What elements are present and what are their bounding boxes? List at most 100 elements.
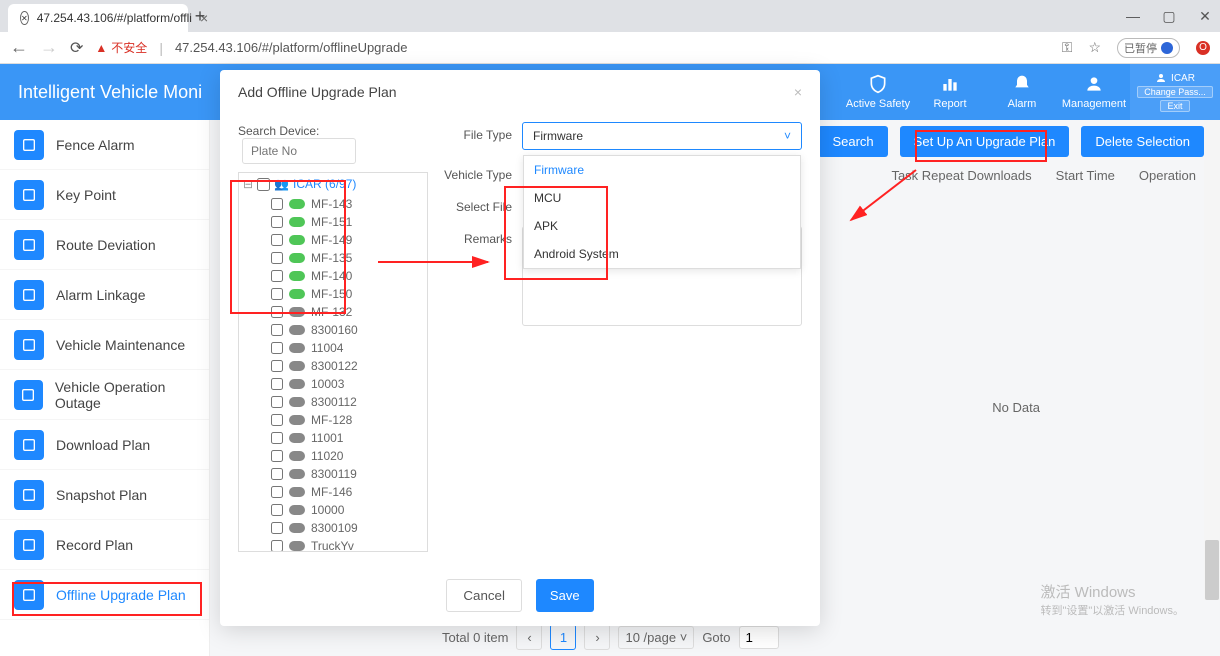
remarks-label: Remarks xyxy=(442,226,522,246)
save-button[interactable]: Save xyxy=(536,579,594,612)
header-nav: Active Safety Report Alarm Management xyxy=(842,64,1130,120)
nav-report[interactable]: Report xyxy=(914,64,986,120)
sidebar-item-route-deviation[interactable]: Route Deviation xyxy=(0,220,209,270)
tree-device[interactable]: 8300112 xyxy=(239,393,427,411)
key-icon[interactable]: ⚿ xyxy=(1062,39,1073,56)
total-label: Total 0 item xyxy=(442,630,508,645)
sidebar-item-snapshot-plan[interactable]: Snapshot Plan xyxy=(0,470,209,520)
bell-icon xyxy=(1012,74,1032,94)
forward-icon[interactable]: → xyxy=(40,37,58,58)
page-number[interactable]: 1 xyxy=(550,624,576,650)
star-icon[interactable]: ☆ xyxy=(1088,39,1101,56)
warning-icon: ▲ xyxy=(95,41,107,55)
user-icon xyxy=(1155,72,1167,84)
tree-device[interactable]: MF-146 xyxy=(239,483,427,501)
dropdown-option[interactable]: Android System xyxy=(524,240,800,268)
tree-device[interactable]: 10000 xyxy=(239,501,427,519)
new-tab-button[interactable]: + xyxy=(188,6,212,27)
sidebar-item-label: Vehicle Maintenance xyxy=(56,337,185,353)
sidebar-item-vehicle-maintenance[interactable]: Vehicle Maintenance xyxy=(0,320,209,370)
tree-device[interactable]: 8300122 xyxy=(239,357,427,375)
sidebar-item-alarm-linkage[interactable]: Alarm Linkage xyxy=(0,270,209,320)
sidebar-item-label: Record Plan xyxy=(56,537,133,553)
sidebar-item-key-point[interactable]: Key Point xyxy=(0,170,209,220)
setup-upgrade-plan-button[interactable]: Set Up An Upgrade Plan xyxy=(900,126,1070,157)
per-page-select[interactable]: 10 /page ˅ xyxy=(618,626,694,649)
sidebar-item-label: Key Point xyxy=(56,187,116,203)
profile-chip[interactable]: 已暂停 xyxy=(1117,38,1180,58)
arrow-icon xyxy=(846,170,926,233)
tree-device[interactable]: 11020 xyxy=(239,447,427,465)
tab-title: 47.254.43.106/#/platform/offli xyxy=(37,11,192,25)
minimize-icon[interactable]: — xyxy=(1126,8,1140,24)
tree-device[interactable]: 10003 xyxy=(239,375,427,393)
tree-device[interactable]: 8300119 xyxy=(239,465,427,483)
app-title: Intelligent Vehicle Moni xyxy=(18,82,202,103)
tree-device[interactable]: MF-149 xyxy=(239,231,427,249)
tree-device[interactable]: 11004 xyxy=(239,339,427,357)
file-type-select[interactable]: Firmware ˅ FirmwareMCUAPKAndroid System xyxy=(522,122,802,150)
back-icon[interactable]: ← xyxy=(10,37,28,58)
bar-chart-icon xyxy=(940,74,960,94)
change-password-button[interactable]: Change Pass... xyxy=(1137,86,1213,98)
dropdown-option[interactable]: MCU xyxy=(524,184,800,212)
sidebar-item-label: Offline Upgrade Plan xyxy=(56,587,186,603)
vehicle-type-label: Vehicle Type xyxy=(442,162,522,182)
sidebar-item-download-plan[interactable]: Download Plan xyxy=(0,420,209,470)
nav-alarm[interactable]: Alarm xyxy=(986,64,1058,120)
sidebar-item-fence-alarm[interactable]: Fence Alarm xyxy=(0,120,209,170)
sidebar-item-label: Fence Alarm xyxy=(56,137,135,153)
modal-close-icon[interactable]: × xyxy=(794,84,802,100)
select-file-label: Select File xyxy=(442,194,522,214)
search-device-input[interactable] xyxy=(242,138,356,164)
search-device-label: Search Device: xyxy=(238,124,319,138)
delete-selection-button[interactable]: Delete Selection xyxy=(1081,126,1204,157)
search-button[interactable]: Search xyxy=(818,126,887,157)
extension-icon[interactable]: O xyxy=(1196,41,1210,55)
add-upgrade-plan-modal: Add Offline Upgrade Plan × Search Device… xyxy=(220,70,820,626)
sidebar-item-offline-upgrade-plan[interactable]: Offline Upgrade Plan xyxy=(0,570,209,620)
user-icon xyxy=(1084,74,1104,94)
close-window-icon[interactable]: ✕ xyxy=(1198,8,1212,25)
tree-device[interactable]: MF-151 xyxy=(239,213,427,231)
file-type-label: File Type xyxy=(442,122,522,142)
reload-icon[interactable]: ⟳ xyxy=(70,38,83,58)
tree-group[interactable]: ⊟👥ICAR (6/97) xyxy=(239,173,427,195)
sidebar-item-record-plan[interactable]: Record Plan xyxy=(0,520,209,570)
goto-input[interactable] xyxy=(739,626,779,649)
tree-device[interactable]: TruckYv xyxy=(239,537,427,552)
url-text[interactable]: 47.254.43.106/#/platform/offlineUpgrade xyxy=(175,40,407,55)
dropdown-option[interactable]: Firmware xyxy=(524,156,800,184)
shield-icon xyxy=(868,74,888,94)
sidebar-item-label: Snapshot Plan xyxy=(56,487,147,503)
exit-button[interactable]: Exit xyxy=(1160,100,1189,112)
tree-device[interactable]: MF-150 xyxy=(239,285,427,303)
sidebar-icon xyxy=(14,580,44,610)
tree-device[interactable]: MF-128 xyxy=(239,411,427,429)
goto-label: Goto xyxy=(702,630,730,645)
nav-management[interactable]: Management xyxy=(1058,64,1130,120)
tree-device[interactable]: MF-143 xyxy=(239,195,427,213)
sidebar-icon xyxy=(14,230,44,260)
tree-device[interactable]: MF-132 xyxy=(239,303,427,321)
nav-active-safety[interactable]: Active Safety xyxy=(842,64,914,120)
dropdown-option[interactable]: APK xyxy=(524,212,800,240)
sidebar-item-vehicle-operation-outage[interactable]: Vehicle Operation Outage xyxy=(0,370,209,420)
sidebar-icon xyxy=(14,330,44,360)
browser-tab[interactable]: ✕ 47.254.43.106/#/platform/offli × xyxy=(8,4,188,32)
tree-device[interactable]: 8300109 xyxy=(239,519,427,537)
page-scrollbar[interactable] xyxy=(1204,120,1220,600)
address-bar: ← → ⟳ ▲不安全 | 47.254.43.106/#/platform/of… xyxy=(0,32,1220,64)
cancel-button[interactable]: Cancel xyxy=(446,579,522,612)
maximize-icon[interactable]: ▢ xyxy=(1162,8,1176,25)
next-page-button[interactable]: › xyxy=(584,624,610,650)
sidebar-icon xyxy=(14,480,44,510)
sidebar: Fence Alarm Key Point Route DeviationAlarm… xyxy=(0,120,210,656)
col-operation: Operation xyxy=(1127,168,1208,200)
sidebar-item-label: Vehicle Operation Outage xyxy=(55,379,209,411)
tree-device[interactable]: 8300160 xyxy=(239,321,427,339)
device-tree[interactable]: ⊟👥ICAR (6/97)MF-143MF-151MF-149MF-135MF-… xyxy=(238,172,428,552)
tree-device[interactable]: 11001 xyxy=(239,429,427,447)
globe-icon: ✕ xyxy=(20,11,29,25)
prev-page-button[interactable]: ‹ xyxy=(516,624,542,650)
